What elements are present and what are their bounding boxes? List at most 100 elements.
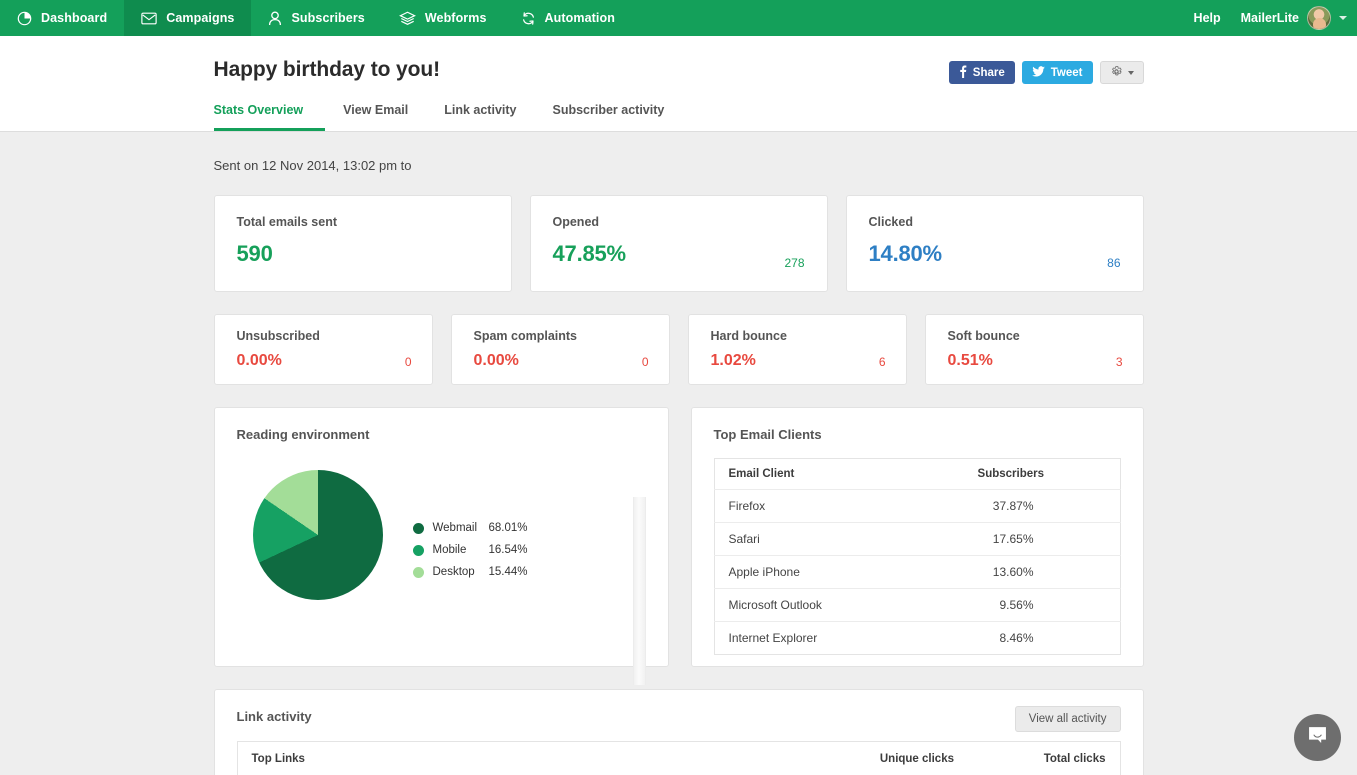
legend-color-swatch (413, 567, 424, 578)
reading-environment-panel: Reading environment Webmail 68.01% Mobil… (214, 407, 669, 667)
avatar (1307, 6, 1331, 30)
tab-stats-overview[interactable]: Stats Overview (214, 103, 326, 131)
stat-label: Opened (553, 215, 805, 229)
stat-card-opened: Opened 47.85% 278 (530, 195, 828, 292)
panel-title: Top Email Clients (714, 427, 1121, 442)
stat-value: 47.85% (553, 241, 805, 267)
legend-label: Desktop (433, 566, 489, 578)
stat-value: 14.80% (869, 241, 1121, 267)
nav-item-automation[interactable]: Automation (504, 0, 632, 36)
stat-value: 1.02% (711, 352, 888, 370)
legend-label: Mobile (433, 544, 489, 556)
table-row: Internet Explorer8.46% (714, 622, 1120, 655)
person-icon (268, 11, 282, 26)
pie-legend: Webmail 68.01% Mobile 16.54% Desktop 15.… (413, 522, 528, 578)
stat-card-spam-complaints: Spam complaints 0.00% 0 (451, 314, 670, 385)
nav-label-webforms: Webforms (425, 11, 487, 25)
panel-scrollbar[interactable] (633, 497, 646, 685)
cell-email-client: Safari (714, 523, 902, 556)
layers-icon (399, 11, 416, 26)
primary-stats-row: Total emails sent 590 Opened 47.85% 278 … (214, 195, 1144, 292)
stat-label: Unsubscribed (237, 329, 414, 343)
cell-email-client: Microsoft Outlook (714, 589, 902, 622)
tab-subscriber-activity[interactable]: Subscriber activity (534, 103, 682, 131)
twitter-tweet-label: Tweet (1051, 67, 1083, 79)
table-header-row: Email Client Subscribers (714, 459, 1120, 490)
panel-title: Link activity (237, 709, 1121, 724)
chat-launcher-button[interactable] (1294, 714, 1341, 761)
nav-items-group: Dashboard Campaigns Subscribers Webforms (0, 0, 632, 36)
column-header-total-clicks: Total clicks (980, 742, 1120, 775)
pie-chart-icon (17, 11, 32, 26)
top-email-clients-panel: Top Email Clients Email Client Subscribe… (691, 407, 1144, 667)
stat-card-hard-bounce: Hard bounce 1.02% 6 (688, 314, 907, 385)
nav-label-automation: Automation (545, 11, 615, 25)
gear-icon (1110, 65, 1123, 81)
main-content: Sent on 12 Nov 2014, 13:02 pm to Total e… (214, 132, 1144, 775)
settings-dropdown-button[interactable] (1100, 61, 1144, 84)
table-row: Microsoft Outlook9.56% (714, 589, 1120, 622)
refresh-cycle-icon (521, 11, 536, 26)
cell-subscribers: 8.46% (902, 622, 1120, 655)
legend-value: 68.01% (489, 522, 528, 534)
twitter-tweet-button[interactable]: Tweet (1022, 61, 1093, 84)
nav-item-campaigns[interactable]: Campaigns (124, 0, 251, 36)
page-header: Happy birthday to you! Share Tweet (0, 36, 1357, 132)
nav-label-campaigns: Campaigns (166, 11, 234, 25)
column-header-unique-clicks: Unique clicks (780, 742, 980, 775)
share-buttons-group: Share Tweet (949, 61, 1144, 84)
chat-bubble-smile-icon (1306, 724, 1329, 752)
cell-subscribers: 13.60% (902, 556, 1120, 589)
envelope-icon (141, 12, 157, 25)
nav-item-subscribers[interactable]: Subscribers (251, 0, 381, 36)
nav-right-group: Help MailerLite (1180, 0, 1357, 36)
help-link[interactable]: Help (1180, 11, 1235, 25)
cell-email-client: Firefox (714, 490, 902, 523)
sent-on-text: Sent on 12 Nov 2014, 13:02 pm to (214, 158, 1144, 173)
tab-link-activity[interactable]: Link activity (426, 103, 534, 131)
legend-item: Desktop 15.44% (413, 566, 528, 578)
table-header-row: Top Links Unique clicks Total clicks (237, 742, 1120, 775)
stat-value: 0.00% (474, 352, 651, 370)
chevron-down-icon (1128, 71, 1134, 75)
user-menu[interactable]: MailerLite (1235, 6, 1331, 30)
view-all-activity-button[interactable]: View all activity (1015, 706, 1121, 732)
legend-value: 16.54% (489, 544, 528, 556)
nav-label-dashboard: Dashboard (41, 11, 107, 25)
secondary-stats-row: Unsubscribed 0.00% 0 Spam complaints 0.0… (214, 314, 1144, 385)
stat-count: 86 (1107, 256, 1120, 270)
cell-subscribers: 37.87% (902, 490, 1120, 523)
twitter-bird-icon (1032, 66, 1045, 80)
stat-value: 0.51% (948, 352, 1125, 370)
cell-subscribers: 9.56% (902, 589, 1120, 622)
column-header-subscribers: Subscribers (902, 459, 1120, 490)
stat-card-clicked: Clicked 14.80% 86 (846, 195, 1144, 292)
reading-environment-chart: Webmail 68.01% Mobile 16.54% Desktop 15.… (215, 460, 668, 650)
column-header-email-client: Email Client (714, 459, 902, 490)
stat-label: Soft bounce (948, 329, 1125, 343)
legend-item: Webmail 68.01% (413, 522, 528, 534)
cell-subscribers: 17.65% (902, 523, 1120, 556)
tab-view-email[interactable]: View Email (325, 103, 426, 131)
facebook-share-button[interactable]: Share (949, 61, 1015, 84)
stat-value: 590 (237, 241, 489, 267)
cell-email-client: Internet Explorer (714, 622, 902, 655)
stat-count: 0 (642, 355, 649, 369)
stat-card-unsubscribed: Unsubscribed 0.00% 0 (214, 314, 433, 385)
stat-label: Hard bounce (711, 329, 888, 343)
nav-item-webforms[interactable]: Webforms (382, 0, 504, 36)
stat-count: 3 (1116, 355, 1123, 369)
stat-label: Spam complaints (474, 329, 651, 343)
stat-count: 0 (405, 355, 412, 369)
nav-item-dashboard[interactable]: Dashboard (0, 0, 124, 36)
nav-label-subscribers: Subscribers (291, 11, 364, 25)
stat-count: 278 (784, 256, 804, 270)
chevron-down-icon[interactable] (1339, 16, 1347, 20)
pie-chart (253, 470, 383, 600)
panels-row: Reading environment Webmail 68.01% Mobil… (214, 407, 1144, 667)
panel-title: Reading environment (215, 427, 668, 442)
table-row: Apple iPhone13.60% (714, 556, 1120, 589)
link-activity-table: Top Links Unique clicks Total clicks (237, 741, 1121, 775)
facebook-share-label: Share (973, 67, 1005, 79)
top-email-clients-table: Email Client Subscribers Firefox37.87%Sa… (714, 458, 1121, 655)
